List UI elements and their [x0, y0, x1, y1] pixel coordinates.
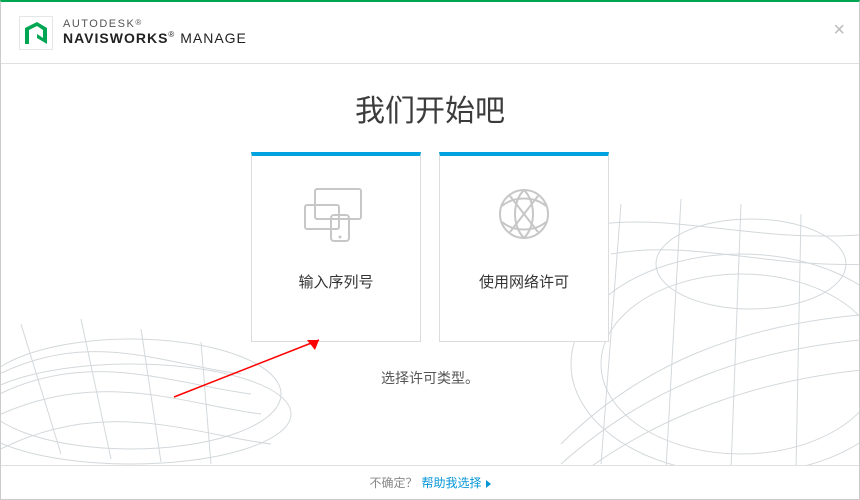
brand-name: NAVISWORKS [63, 30, 168, 46]
footer-bar: 不确定？ 帮助我选择 [1, 465, 859, 499]
header-bar: AUTODESK® NAVISWORKS® MANAGE × [1, 2, 859, 64]
brand-text: AUTODESK® NAVISWORKS® MANAGE [63, 19, 247, 45]
brand-top: AUTODESK [63, 18, 135, 30]
chevron-right-icon [486, 480, 491, 488]
help-choose-link[interactable]: 帮助我选择 [422, 474, 491, 491]
card-label: 输入序列号 [298, 271, 373, 292]
page-title: 我们开始吧 [355, 86, 505, 130]
card-enter-serial[interactable]: 输入序列号 [251, 152, 421, 342]
close-icon[interactable]: × [833, 20, 845, 40]
body: 我们开始吧 输入序列号 [1, 64, 859, 465]
globe-icon [494, 156, 554, 271]
subtitle: 选择许可类型。 [381, 368, 479, 388]
footer-muted: 不确定？ [369, 474, 417, 491]
brand-logo [19, 16, 53, 50]
help-link-text: 帮助我选择 [422, 476, 482, 490]
devices-icon [297, 156, 375, 271]
card-row: 输入序列号 [251, 152, 609, 342]
card-network-license[interactable]: 使用网络许可 [439, 152, 609, 342]
brand-edition: MANAGE [180, 30, 247, 46]
card-label: 使用网络许可 [479, 271, 569, 292]
